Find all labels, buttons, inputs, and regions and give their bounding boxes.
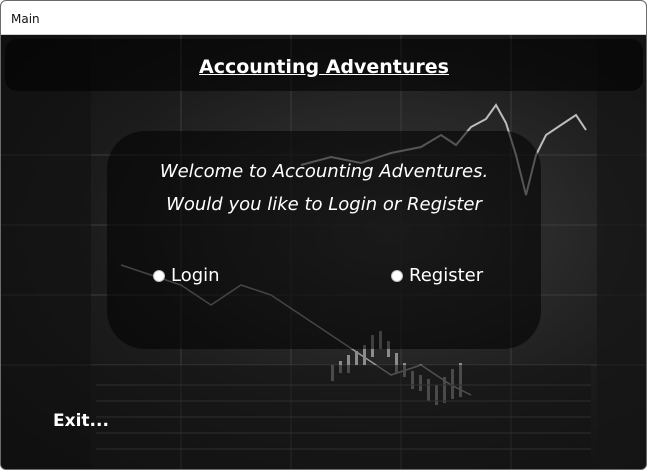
welcome-message: Welcome to Accounting Adventures. <box>159 161 489 182</box>
exit-link[interactable]: Exit... <box>53 411 109 431</box>
app-title: Accounting Adventures <box>199 56 449 78</box>
title-bar[interactable]: Main <box>1 1 646 35</box>
welcome-panel: Welcome to Accounting Adventures. Would … <box>107 131 541 349</box>
login-radio[interactable]: Login <box>153 265 220 286</box>
header-bar: Accounting Adventures <box>5 39 643 91</box>
login-register-prompt: Would you like to Login or Register <box>166 194 482 215</box>
login-radio-label[interactable]: Login <box>171 265 220 286</box>
window-title: Main <box>11 12 40 26</box>
main-window: Main Accounting Adventures Welcome to Ac… <box>0 0 647 470</box>
register-radio[interactable]: Register <box>391 265 483 286</box>
login-radio-indicator[interactable] <box>153 269 165 282</box>
main-content: Accounting Adventures Welcome to Account… <box>1 35 646 469</box>
register-radio-label[interactable]: Register <box>409 265 483 286</box>
register-radio-indicator[interactable] <box>391 269 403 282</box>
